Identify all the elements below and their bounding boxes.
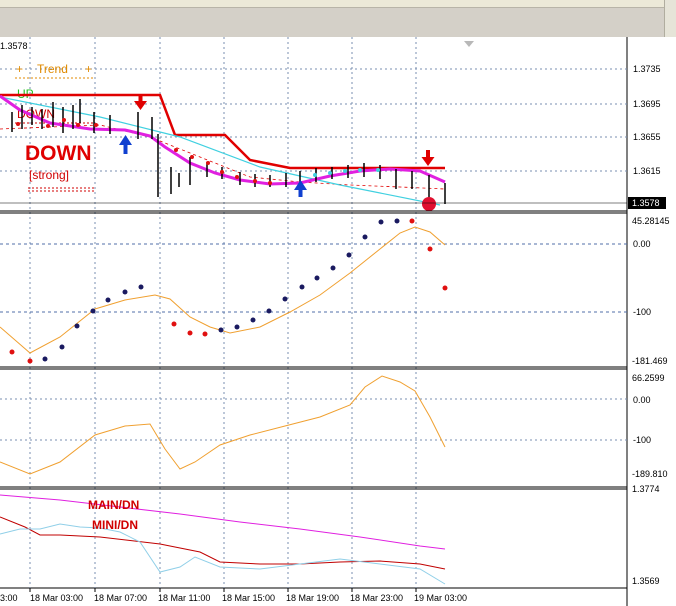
- oscillator-panel-1[interactable]: 45.28145 0.00 -100 -181.469: [0, 216, 670, 366]
- current-signal-dot: [422, 197, 436, 211]
- main-dn-line: [0, 494, 446, 550]
- price-tick: 1.3735: [633, 64, 661, 74]
- time-label: 18 Mar 15:00: [222, 593, 275, 603]
- oscillator-panel-2[interactable]: 66.2599 0.00 -100 -189.810: [0, 373, 668, 479]
- osc1-tick: -181.469: [632, 356, 668, 366]
- time-label: 18 Mar 11:00: [158, 593, 210, 603]
- osc2-tick: -100: [633, 435, 651, 445]
- cyan-mini-line: [0, 523, 446, 585]
- price-tick: 1.3695: [633, 99, 661, 109]
- up-arrow-icon: [119, 135, 132, 154]
- price-tick: 1.3615: [633, 166, 661, 176]
- down-arrow-icon: [134, 94, 147, 110]
- mini-tick: 1.3569: [632, 576, 660, 586]
- chart-shift-handle-icon[interactable]: [464, 41, 474, 47]
- chart-window[interactable]: 1.3578 + Trend + UP DOWN DOWN [strong] 1…: [0, 37, 676, 606]
- mini-tick: 1.3774: [632, 484, 660, 494]
- osc2-tick: 0.00: [633, 395, 651, 405]
- time-label: 18 Mar 23:00: [350, 593, 403, 603]
- strength-label: [strong]: [29, 168, 69, 182]
- time-label: 3:00: [0, 593, 18, 603]
- time-label: 18 Mar 03:00: [30, 593, 83, 603]
- toolbar-area: [0, 0, 676, 37]
- legend-trend-label: Trend: [37, 62, 68, 76]
- window-title-strip: [0, 0, 664, 8]
- orange-oscillator-line: [0, 375, 446, 475]
- big-down-signal: DOWN: [25, 142, 92, 165]
- osc2-tick: 66.2599: [632, 373, 665, 383]
- main-dn-label: MAIN/DN: [88, 498, 139, 512]
- time-label: 18 Mar 07:00: [94, 593, 147, 603]
- time-label: 18 Mar 19:00: [286, 593, 339, 603]
- time-axis: 3:00 18 Mar 03:00 18 Mar 07:00 18 Mar 11…: [0, 588, 467, 603]
- price-tick: 1.3655: [633, 132, 661, 142]
- osc1-tick: 45.28145: [632, 216, 670, 226]
- symbol-price-label: 1.3578: [0, 41, 28, 51]
- osc1-tick: 0.00: [633, 239, 651, 249]
- legend-trend-plus-right: +: [85, 62, 92, 76]
- main-mini-panel[interactable]: MAIN/DN MINI/DN 1.3774 1.3569: [0, 484, 660, 586]
- red-dots-panel2: [9, 218, 448, 364]
- navy-dots-panel2: [42, 218, 400, 362]
- legend-trend-plus-left: +: [16, 62, 23, 76]
- down-arrow-icon: [421, 150, 435, 166]
- osc2-tick: -189.810: [632, 469, 668, 479]
- time-label: 19 Mar 03:00: [414, 593, 467, 603]
- chart-canvas[interactable]: 1.3578 + Trend + UP DOWN DOWN [strong] 1…: [0, 37, 676, 606]
- orange-signal-line: [0, 226, 446, 354]
- osc1-tick: -100: [633, 307, 651, 317]
- current-price-value: 1.3578: [632, 198, 660, 208]
- right-side-panel: [664, 0, 676, 37]
- mini-dn-label: MINI/DN: [92, 518, 138, 532]
